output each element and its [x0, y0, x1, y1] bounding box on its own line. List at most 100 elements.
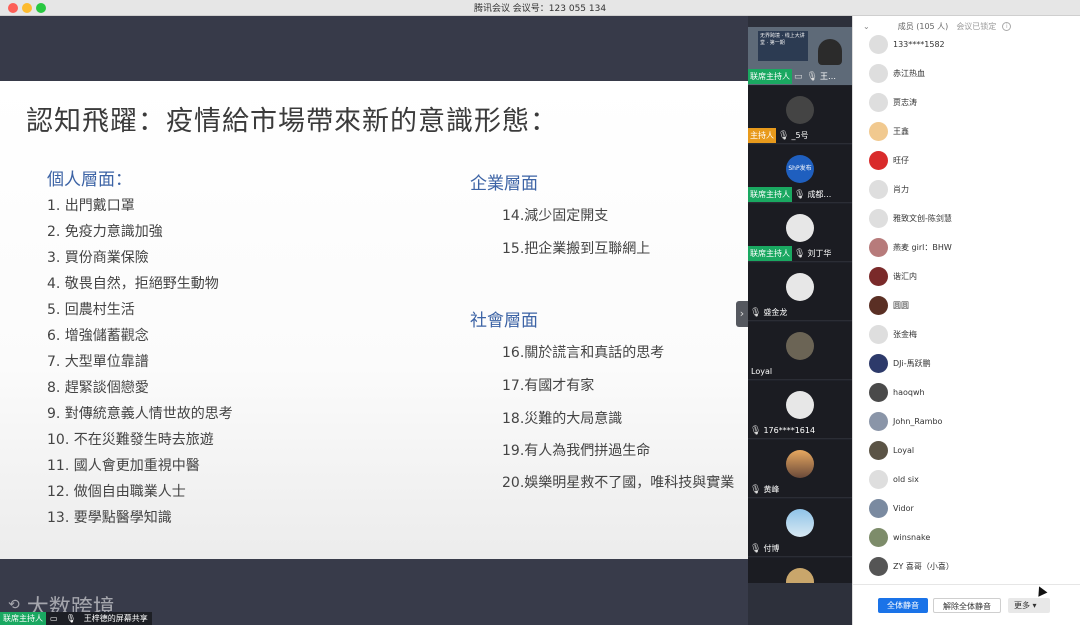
avatar [869, 325, 888, 344]
list-item: 9. 對傳統意義人情世故的思考 [47, 406, 233, 422]
member-row[interactable]: 肖力 [853, 175, 1080, 204]
video-tile[interactable]: ShP发布 联席主持人 🎙 成都… [748, 145, 852, 203]
video-tile[interactable] [748, 558, 852, 583]
society-heading: 社會層面 [470, 311, 538, 331]
video-tile[interactable]: 🎙 盛金龙 [748, 263, 852, 321]
speaker-silhouette [818, 39, 842, 65]
video-tile[interactable]: 🎙 黄峰 [748, 440, 852, 498]
list-item: 12. 做個自由職業人士 [47, 484, 186, 500]
member-name: haoqwh [893, 388, 925, 397]
member-name: ZY 喜哥（小喜） [893, 562, 954, 571]
mic-muted-icon: 🎙 [750, 425, 762, 436]
member-row[interactable]: DJi-馬跃鹏 [853, 349, 1080, 378]
participant-name: Loyal [751, 367, 773, 376]
avatar [869, 238, 888, 257]
participant-name: 王… [819, 72, 836, 81]
list-item: 14.減少固定開支 [502, 208, 609, 224]
member-row[interactable]: 贾志涛 [853, 88, 1080, 117]
member-name: 雅致文创-陈剑慧 [893, 214, 952, 223]
avatar [869, 180, 888, 199]
mic-icon: 🎙 [65, 614, 76, 623]
mic-muted-icon: 🎙 [794, 248, 806, 259]
avatar [786, 214, 814, 242]
member-row[interactable]: 燕麦 girl：BHW [853, 233, 1080, 262]
monitor-icon: ▭ [50, 614, 58, 623]
member-row[interactable]: 赤江热血 [853, 59, 1080, 88]
avatar [786, 568, 814, 583]
member-row[interactable]: old six [853, 465, 1080, 494]
participant-name: 盛金龙 [763, 308, 788, 317]
mute-all-button[interactable]: 全体静音 [878, 598, 928, 613]
list-item: 13. 要學點醫學知識 [47, 510, 172, 526]
video-tile[interactable]: 🎙 付博 [748, 499, 852, 557]
role-badge: 主持人 [748, 128, 776, 143]
role-badge: 联席主持人 [748, 246, 792, 261]
member-row[interactable]: ZY 喜哥（小喜） [853, 552, 1080, 581]
mic-muted-icon: 🎙 [750, 543, 762, 554]
chevron-right-icon[interactable]: › [736, 301, 748, 327]
member-row[interactable]: 圆圆 [853, 291, 1080, 320]
video-tile[interactable]: 无界跨境 · 线上大讲堂 · 第一期 联席主持人 ▭ 🎙 王… [748, 27, 852, 85]
avatar [786, 509, 814, 537]
list-item: 19.有人為我們拼過生命 [502, 443, 651, 459]
member-name: old six [893, 475, 919, 484]
participant-name: 黄峰 [763, 485, 780, 494]
video-tile[interactable]: Loyal [748, 322, 852, 380]
participant-name: 刘丁华 [807, 249, 832, 258]
member-name: 张金梅 [893, 330, 917, 339]
member-row[interactable]: Vidor [853, 494, 1080, 523]
avatar [786, 332, 814, 360]
video-gallery: 无界跨境 · 线上大讲堂 · 第一期 联席主持人 ▭ 🎙 王… 主持人 🎙 _5… [748, 27, 852, 583]
role-badge: 联席主持人 [748, 69, 792, 84]
member-row[interactable]: 133****1582 [853, 30, 1080, 59]
member-name: winsnake [893, 533, 931, 542]
avatar [869, 64, 888, 83]
video-tile[interactable]: 🎙 176****1614 [748, 381, 852, 439]
member-row[interactable]: winsnake [853, 523, 1080, 552]
event-banner: 无界跨境 · 线上大讲堂 · 第一期 [758, 31, 808, 61]
avatar [869, 93, 888, 112]
personal-heading: 個人層面： [47, 170, 132, 190]
member-row[interactable]: 雅致文创-陈剑慧 [853, 204, 1080, 233]
participant-name: 付博 [763, 544, 780, 553]
avatar: ShP发布 [786, 155, 814, 183]
avatar [869, 35, 888, 54]
participant-name: 成都… [807, 190, 832, 199]
member-row[interactable]: 张金梅 [853, 320, 1080, 349]
list-item: 11. 國人會更加重視中醫 [47, 458, 200, 474]
logo-icon: ⟲ [8, 597, 20, 613]
avatar [869, 267, 888, 286]
list-item: 20.娛樂明星救不了國，唯科技與實業 [502, 475, 735, 491]
member-row[interactable]: 王鑫 [853, 117, 1080, 146]
member-name: Loyal [893, 446, 915, 455]
member-row[interactable]: Loyal [853, 436, 1080, 465]
shared-screen-stage: 認知飛躍：疫情給市場帶來新的意識形態： 個人層面： 1. 出門戴口罩 2. 免疫… [0, 16, 852, 625]
member-name: 谐汇内 [893, 272, 917, 281]
member-row[interactable]: John_Rambo [853, 407, 1080, 436]
list-item: 17.有國才有家 [502, 378, 595, 394]
avatar [869, 499, 888, 518]
avatar [869, 354, 888, 373]
member-row[interactable]: haoqwh [853, 378, 1080, 407]
member-row[interactable]: 旺仔 [853, 146, 1080, 175]
member-name: Vidor [893, 504, 914, 513]
member-name: 赤江热血 [893, 69, 925, 78]
unmute-all-button[interactable]: 解除全体静音 [933, 598, 1001, 613]
member-name: 圆圆 [893, 301, 909, 310]
list-item: 5. 回農村生活 [47, 302, 135, 318]
avatar [869, 122, 888, 141]
screen-share-bar: 联席主持人 ▭ 🎙 王梓德的屏幕共享 [0, 612, 152, 625]
more-button[interactable]: 更多 ▾ [1008, 598, 1050, 613]
member-name: 133****1582 [893, 40, 945, 49]
list-item: 1. 出門戴口罩 [47, 198, 135, 214]
mic-muted-icon: 🎙 [794, 189, 806, 200]
window-title: 腾讯会议 会议号：123 055 134 [473, 4, 607, 14]
video-tile[interactable]: 主持人 🎙 _5号 [748, 86, 852, 144]
avatar [869, 528, 888, 547]
video-tile[interactable]: 联席主持人 🎙 刘丁华 [748, 204, 852, 262]
avatar [786, 450, 814, 478]
member-name: 肖力 [893, 185, 909, 194]
slide-top-band [0, 16, 748, 81]
mic-muted-icon: 🎙 [778, 130, 790, 141]
member-row[interactable]: 谐汇内 [853, 262, 1080, 291]
